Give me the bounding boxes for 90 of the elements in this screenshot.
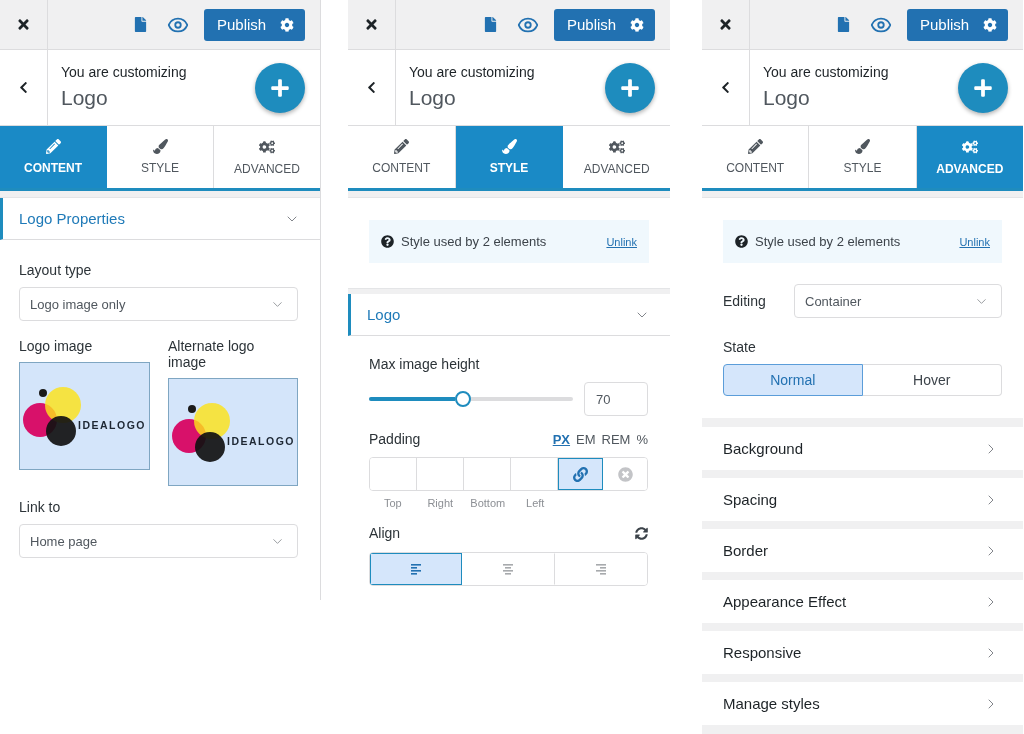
close-icon [16, 17, 31, 32]
field-label: Padding [369, 431, 421, 447]
customizing-label: You are customizing [763, 63, 890, 81]
unit-option[interactable]: REM [601, 431, 631, 447]
unit-option[interactable]: % [636, 431, 648, 447]
plus-icon [973, 77, 993, 98]
settings-group-row[interactable]: Appearance Effect [702, 580, 1023, 623]
align-right-icon [595, 563, 606, 575]
close-icon [364, 17, 379, 32]
back-icon [365, 81, 378, 94]
tab[interactable]: STYLE [455, 126, 564, 188]
tab[interactable]: ADVANCED [916, 126, 1023, 188]
layout-select[interactable]: Logo image only [19, 287, 298, 321]
plus-icon [620, 77, 640, 98]
section-header[interactable]: Logo [348, 294, 670, 336]
side-label: Left [526, 496, 545, 510]
customizing-label: You are customizing [409, 63, 536, 81]
brush-icon [152, 139, 168, 154]
settings-group-row[interactable]: Background [702, 427, 1023, 470]
element-title: Logo [61, 85, 109, 111]
notice-text: Style used by 2 elements [755, 234, 902, 249]
section-header[interactable]: Logo Properties [0, 198, 320, 240]
close-icon [718, 17, 733, 32]
notice-text: Style used by 2 elements [401, 234, 548, 249]
element-title: Logo [409, 85, 457, 111]
element-title: Logo [763, 85, 811, 111]
field-label: Editing [723, 293, 767, 309]
unlink-link[interactable]: Unlink [606, 235, 637, 248]
help-icon [381, 235, 394, 248]
gears-icon [608, 138, 625, 155]
field-label: Layout type [19, 262, 93, 278]
settings-group-row[interactable]: Border [702, 529, 1023, 572]
add-button[interactable] [255, 62, 305, 113]
document-icon[interactable] [835, 17, 851, 32]
logo-image[interactable]: IDEALOGO [168, 378, 298, 486]
align-left-icon [411, 563, 422, 575]
brush-icon [855, 139, 870, 154]
align-option[interactable] [370, 553, 463, 585]
number-input[interactable]: 70 [584, 382, 648, 416]
gears-icon [259, 138, 275, 155]
reset-icon[interactable] [635, 526, 648, 540]
unlink-link[interactable]: Unlink [959, 235, 990, 248]
padding-input[interactable] [370, 458, 417, 490]
publish-button[interactable]: Publish [907, 8, 1008, 41]
clear-icon [617, 466, 633, 482]
publish-button[interactable]: Publish [204, 8, 305, 41]
settings-icon [280, 17, 294, 32]
link-icon [573, 466, 588, 482]
document-icon[interactable] [482, 17, 498, 32]
help-icon [735, 235, 748, 248]
pencil-icon [393, 139, 409, 154]
align-center-icon [503, 563, 514, 575]
add-button[interactable] [958, 62, 1008, 113]
back-icon [719, 81, 732, 94]
brush-icon [501, 139, 517, 154]
field-label: Logo image [19, 338, 94, 354]
side-label: Bottom [470, 496, 506, 510]
slider-handle[interactable] [454, 391, 471, 407]
logo-image[interactable]: IDEALOGO [19, 362, 150, 470]
add-button[interactable] [605, 62, 655, 113]
tab[interactable]: CONTENT [0, 126, 107, 188]
side-label: Right [427, 496, 454, 510]
field-label: Align [369, 525, 401, 541]
pencil-icon [45, 139, 61, 154]
state-option[interactable]: Hover [862, 364, 1002, 396]
unit-option[interactable]: EM [576, 431, 596, 447]
logo-text: IDEALOGO [78, 419, 146, 431]
settings-icon [630, 17, 644, 32]
plus-icon [270, 77, 290, 98]
settings-group-row[interactable]: Manage styles [702, 682, 1023, 725]
settings-icon [983, 17, 997, 32]
unit-option[interactable]: PX [552, 431, 571, 447]
link-select[interactable]: Home page [19, 524, 298, 558]
link-values-button[interactable] [558, 458, 603, 490]
editing-select[interactable]: Container [794, 284, 1002, 318]
field-label: State [723, 339, 757, 355]
customizing-label: You are customizing [61, 63, 188, 81]
settings-group-row[interactable]: Responsive [702, 631, 1023, 674]
document-icon[interactable] [132, 17, 148, 32]
field-label: Link to [19, 499, 62, 515]
back-icon [17, 81, 30, 94]
state-option[interactable]: Normal [723, 364, 863, 396]
gears-icon [961, 138, 978, 155]
field-label: Max image height [369, 356, 481, 372]
logo-text: IDEALOGO [227, 435, 295, 447]
side-label: Top [383, 496, 402, 510]
publish-button[interactable]: Publish [554, 8, 655, 41]
pencil-icon [747, 139, 763, 154]
settings-group-row[interactable]: Spacing [702, 478, 1023, 521]
field-label: Alternate logo image [168, 338, 256, 370]
